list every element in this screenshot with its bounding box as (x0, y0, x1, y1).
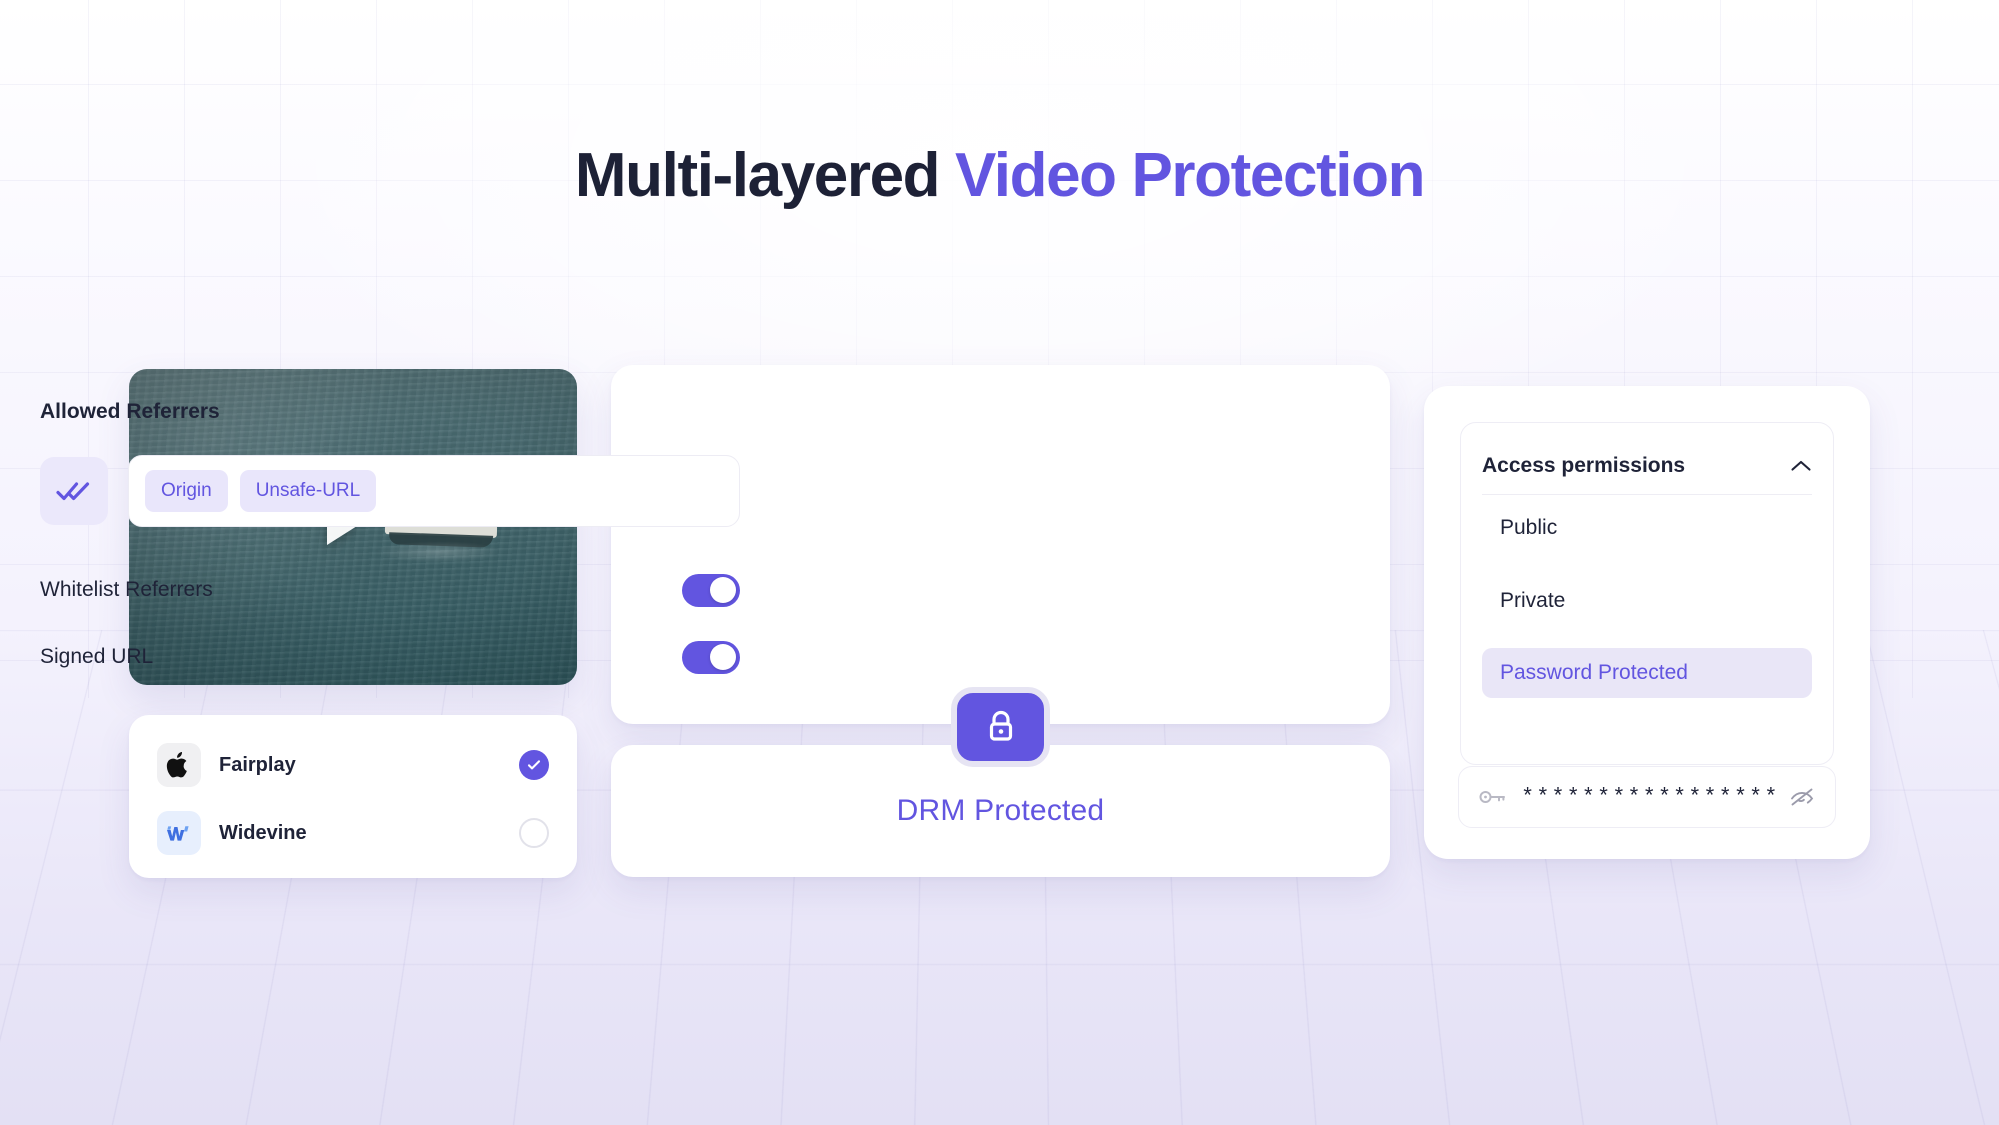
widevine-logo-icon (157, 811, 201, 855)
whitelist-referrers-row: Whitelist Referrers (40, 570, 740, 610)
permission-option-private[interactable]: Private (1482, 576, 1812, 626)
apple-logo-icon (157, 743, 201, 787)
double-check-icon[interactable] (40, 457, 108, 525)
password-value: ****************** (1521, 784, 1775, 810)
page-title-plain: Multi-layered (574, 141, 955, 210)
check-circle-icon[interactable] (519, 750, 549, 780)
access-permissions-title: Access permissions (1482, 454, 1686, 477)
drm-protected-label: DRM Protected (896, 794, 1105, 827)
permission-option-password-protected[interactable]: Password Protected (1482, 648, 1812, 698)
page-title: Multi-layered Video Protection (0, 140, 1999, 211)
password-input-field[interactable]: ****************** (1458, 766, 1836, 828)
empty-circle-icon[interactable] (519, 818, 549, 848)
whitelist-referrers-label: Whitelist Referrers (40, 578, 213, 601)
drm-providers-card: Fairplay Widevine (129, 715, 577, 878)
referrers-tags-field[interactable]: Origin Unsafe-URL (128, 455, 740, 527)
whitelist-referrers-toggle[interactable] (682, 573, 740, 607)
referrer-tag-unsafe-url[interactable]: Unsafe-URL (239, 470, 377, 512)
eye-off-icon[interactable] (1789, 787, 1815, 807)
allowed-referrers-heading: Allowed Referrers (40, 400, 220, 423)
signed-url-row: Signed URL (40, 637, 740, 677)
provider-name-fairplay: Fairplay (219, 753, 296, 776)
permission-option-public[interactable]: Public (1482, 503, 1812, 553)
chevron-up-icon[interactable] (1790, 459, 1812, 473)
lock-icon[interactable] (951, 687, 1050, 767)
referrer-tag-origin[interactable]: Origin (145, 470, 228, 512)
signed-url-toggle[interactable] (682, 640, 740, 674)
provider-row-fairplay[interactable]: Fairplay (157, 743, 549, 787)
access-permissions-header[interactable]: Access permissions (1482, 445, 1812, 487)
page-title-accent: Video Protection (954, 141, 1425, 210)
provider-row-widevine[interactable]: Widevine (157, 811, 549, 855)
signed-url-label: Signed URL (40, 645, 154, 668)
access-permissions-divider (1482, 494, 1812, 495)
allowed-referrers-input-row: Origin Unsafe-URL (40, 455, 740, 527)
key-icon (1479, 788, 1507, 806)
protection-feature-illustration: Multi-layered Video Protection Fairplay (0, 0, 1999, 1125)
provider-name-widevine: Widevine (219, 821, 307, 844)
